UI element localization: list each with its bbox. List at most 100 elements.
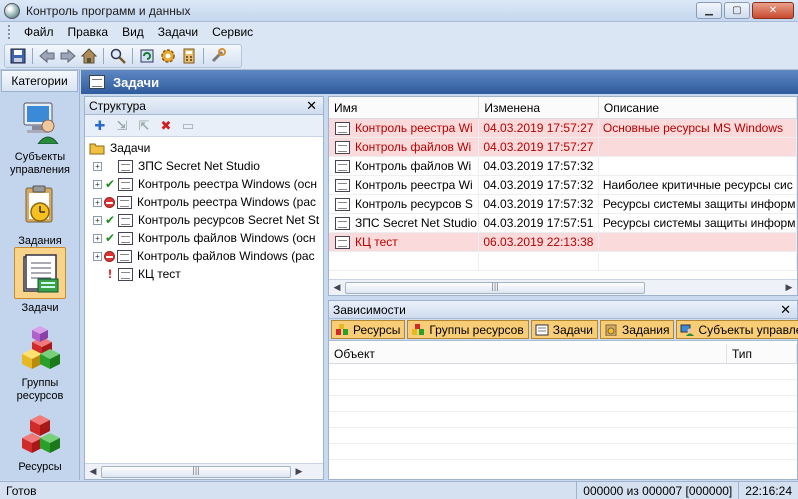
task-list-icon [14, 247, 66, 299]
category-resource-groups[interactable]: Группы ресурсов [0, 322, 80, 403]
scroll-left-icon[interactable]: ◀ [329, 282, 345, 293]
cell-name-text: Контроль реестра Wi [355, 178, 473, 192]
table-row[interactable]: Контроль файлов Wi 04.03.2019 17:57:32 [329, 157, 797, 176]
expand-icon[interactable]: + [93, 161, 102, 171]
column-name[interactable]: Имя [329, 97, 480, 118]
home-icon[interactable] [80, 47, 98, 65]
expand-icon[interactable]: + [93, 251, 102, 261]
table-row[interactable]: Контроль реестра Wi 04.03.2019 17:57:32 На… [329, 176, 797, 195]
cell-name: Контроль файлов Wi [329, 138, 480, 156]
menu-file[interactable]: Файл [17, 25, 61, 39]
cubes-icon [336, 323, 348, 335]
category-jobs[interactable]: Задания [0, 180, 80, 248]
close-icon[interactable]: ✕ [306, 98, 317, 114]
structure-pane-header: Структура ✕ [85, 97, 323, 115]
delete-icon[interactable]: ✖ [157, 117, 175, 135]
scroll-thumb[interactable] [101, 465, 291, 478]
tab-resource-groups[interactable]: Группы ресурсов [407, 320, 529, 339]
status-time: 22:16:24 [738, 482, 798, 499]
task-icon [335, 159, 350, 173]
window-controls: ▁ ▢ ✕ [696, 2, 794, 19]
menu-edit[interactable]: Правка [61, 25, 116, 39]
column-object[interactable]: Объект [329, 344, 727, 363]
user-computer-icon [14, 96, 66, 148]
column-type[interactable]: Тип [727, 344, 797, 363]
back-icon[interactable] [38, 47, 56, 65]
table-row[interactable]: Контроль реестра Wi 04.03.2019 17:57:27 Ос… [329, 119, 797, 138]
tools-icon[interactable] [209, 47, 227, 65]
expand-icon[interactable]: + [93, 197, 102, 207]
tab-resources[interactable]: Ресурсы [331, 320, 406, 339]
dependencies-tabs: Ресурсы Группы ресурсов Задачи Задания С… [329, 319, 798, 341]
expand-icon[interactable]: + [93, 179, 102, 189]
tree-item[interactable]: + Контроль реестра Windows (рас [85, 193, 323, 211]
minimize-button[interactable]: ▁ [696, 2, 722, 19]
toolbar-separator [32, 48, 33, 64]
cell-modified: 04.03.2019 17:57:27 [479, 138, 599, 156]
add-icon[interactable]: ✚ [91, 117, 109, 135]
tree-item-label: Контроль файлов Windows (рас [137, 249, 315, 263]
expand-icon[interactable]: + [93, 233, 102, 243]
structure-scrollbar[interactable]: ◀ ▶ [85, 463, 323, 479]
task-icon [335, 121, 350, 135]
task-icon [335, 216, 350, 230]
folder-icon[interactable]: ▭ [179, 117, 197, 135]
settings-gear-icon[interactable] [159, 47, 177, 65]
tree-item[interactable]: + ✔ Контроль реестра Windows (осн [85, 175, 323, 193]
column-modified[interactable]: Изменена [479, 97, 599, 118]
expand-icon[interactable]: + [93, 215, 102, 225]
tree-item-label: Контроль реестра Windows (осн [138, 177, 317, 191]
refresh-icon[interactable] [138, 47, 156, 65]
tab-subjects-label: Субъекты управления [698, 322, 798, 337]
calculator-icon[interactable] [180, 47, 198, 65]
close-button[interactable]: ✕ [752, 2, 794, 19]
table-row[interactable]: Контроль ресурсов S 04.03.2019 17:57:32 Ре… [329, 195, 797, 214]
cell-name: ЗПС Secret Net Studio [329, 214, 480, 232]
table-row[interactable]: ЗПС Secret Net Studio 04.03.2019 17:57:51… [329, 214, 797, 233]
tree-root[interactable]: Задачи [85, 139, 323, 157]
toolbar-separator [203, 48, 204, 64]
scroll-thumb[interactable] [345, 281, 645, 294]
table-row[interactable]: Контроль файлов Wi 04.03.2019 17:57:27 [329, 138, 797, 157]
table-row[interactable]: КЦ тест 06.03.2019 22:13:38 [329, 233, 797, 252]
close-icon[interactable]: ✕ [780, 302, 791, 318]
menu-view[interactable]: Вид [115, 25, 151, 39]
maximize-button[interactable]: ▢ [724, 2, 750, 19]
add-child-icon[interactable]: ⇲ [113, 117, 131, 135]
save-icon[interactable] [9, 47, 27, 65]
tab-jobs[interactable]: Задания [600, 320, 675, 339]
cell-modified: 04.03.2019 17:57:32 [479, 176, 599, 194]
cell-name: Контроль файлов Wi [329, 157, 480, 175]
tab-tasks[interactable]: Задачи [530, 320, 599, 339]
cell-description: Основные ресурсы MS Windows [599, 119, 797, 137]
forward-icon[interactable] [59, 47, 77, 65]
toolbar-separator [132, 48, 133, 64]
scroll-right-icon[interactable]: ▶ [291, 466, 307, 477]
move-icon[interactable]: ⇱ [135, 117, 153, 135]
task-icon [118, 267, 133, 281]
tasks-scrollbar[interactable]: ◀ ▶ [329, 279, 797, 295]
cell-name-text: Контроль реестра Wi [355, 121, 473, 135]
tree-item[interactable]: + ✔ Контроль файлов Windows (осн [85, 229, 323, 247]
cell-name-text: ЗПС Secret Net Studio [355, 216, 477, 230]
tab-subjects[interactable]: Субъекты управления [676, 320, 798, 339]
tree-item[interactable]: + ЗПС Secret Net Studio [85, 157, 323, 175]
tree-item[interactable]: + ✔ Контроль ресурсов Secret Net St [85, 211, 323, 229]
scroll-right-icon[interactable]: ▶ [781, 282, 797, 293]
dependencies-header: Зависимости ✕ [329, 301, 797, 319]
column-description[interactable]: Описание [599, 97, 797, 118]
category-resources[interactable]: Ресурсы [0, 406, 80, 474]
tree-item[interactable]: ! КЦ тест [85, 265, 323, 283]
cell-modified: 04.03.2019 17:57:51 [479, 214, 599, 232]
cell-name-text: Контроль файлов Wi [355, 140, 472, 154]
search-icon[interactable] [109, 47, 127, 65]
menu-tasks[interactable]: Задачи [151, 25, 205, 39]
task-icon [335, 178, 350, 192]
category-tasks[interactable]: Задачи [0, 247, 80, 315]
tree-item[interactable]: + Контроль файлов Windows (рас [85, 247, 323, 265]
scroll-left-icon[interactable]: ◀ [85, 466, 101, 477]
main-title: Задачи [113, 74, 160, 90]
menu-service[interactable]: Сервис [205, 25, 260, 39]
category-subjects[interactable]: Субъекты управления [0, 96, 80, 177]
cell-modified: 04.03.2019 17:57:32 [479, 195, 599, 213]
